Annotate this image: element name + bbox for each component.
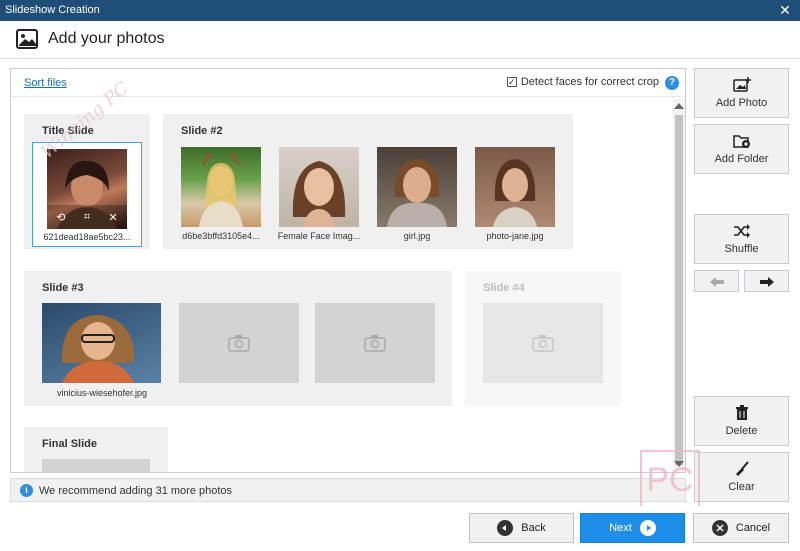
arrow-left-icon (709, 277, 724, 287)
photo-thumbnail[interactable]: ⟲ ⌗ ✕ (47, 149, 127, 229)
vertical-scrollbar[interactable] (673, 99, 685, 472)
portrait-image (199, 152, 243, 227)
empty-photo-slot[interactable] (315, 303, 435, 383)
back-button[interactable]: Back (469, 513, 574, 543)
add-photo-button[interactable]: Add Photo (694, 68, 789, 118)
photo-thumbnail[interactable] (377, 147, 457, 227)
add-folder-icon (732, 135, 750, 148)
shuffle-button[interactable]: Shuffle (694, 214, 789, 264)
photo-caption: girl.jpg (403, 231, 431, 241)
cancel-label: Cancel (735, 522, 771, 534)
detect-faces-checkbox[interactable]: ✓ (506, 77, 517, 87)
photo-caption: d6be3bffd3105e4... (182, 231, 260, 241)
scrollbar-thumb[interactable] (675, 115, 683, 465)
photo-caption: 621dead18ae5bc23... (43, 232, 131, 242)
recommendation-bar: i We recommend adding 31 more photos (10, 478, 686, 502)
photo-thumbnail[interactable] (475, 147, 555, 227)
clear-button[interactable]: Clear (694, 452, 789, 502)
empty-photo-slot[interactable] (179, 303, 299, 383)
shuffle-icon (733, 224, 750, 238)
scroll-up-icon[interactable] (674, 103, 684, 109)
broom-icon (735, 461, 749, 476)
shuffle-label: Shuffle (724, 243, 759, 255)
clear-label: Clear (728, 481, 755, 493)
slide-title: Slide #3 (42, 282, 84, 294)
cancel-button[interactable]: Cancel (693, 513, 789, 543)
watermark-logo: PC (640, 450, 700, 510)
delete-button[interactable]: Delete (694, 396, 789, 446)
title-slide[interactable]: Title Slide ⟲ ⌗ ✕ 621dead18ae5bc23... (24, 114, 150, 249)
page-header: Add your photos (0, 21, 800, 59)
photo-icon (16, 29, 38, 49)
detect-faces-label: Detect faces for correct crop (520, 76, 659, 88)
add-folder-button[interactable]: Add Folder (694, 124, 789, 174)
dialog-footer: Back Next Cancel (0, 506, 800, 551)
add-photo-icon (732, 77, 751, 92)
add-folder-label: Add Folder (714, 153, 769, 165)
photo-thumbnail[interactable] (42, 303, 161, 383)
portrait-image (387, 159, 447, 227)
empty-photo-slot[interactable] (483, 303, 603, 383)
slide-title: Final Slide (42, 438, 98, 450)
portrait-image (61, 315, 135, 383)
final-slide[interactable]: Final Slide (24, 427, 168, 472)
slide-title: Slide #4 (483, 282, 525, 294)
photo-thumbnail[interactable] (181, 147, 261, 227)
slides-panel: Sort files ✓ Detect faces for correct cr… (10, 68, 686, 473)
slide-title: Slide #2 (181, 125, 223, 137)
crop-icon[interactable]: ⌗ (84, 211, 90, 224)
recommendation-text: We recommend adding 31 more photos (39, 485, 233, 497)
add-photo-icon (532, 335, 554, 352)
add-photo-label: Add Photo (715, 97, 768, 109)
window-title: Slideshow Creation (5, 4, 100, 16)
photo-thumbnail[interactable] (279, 147, 359, 227)
photo-caption: photo-jane.jpg (486, 231, 544, 241)
add-photo-icon (228, 335, 250, 352)
arrow-right-icon (639, 520, 656, 536)
info-icon: i (20, 484, 33, 497)
remove-icon[interactable]: ✕ (109, 211, 118, 224)
help-icon[interactable]: ? (665, 76, 679, 90)
photo-tools: ⟲ ⌗ ✕ (47, 205, 127, 229)
window-titlebar: Slideshow Creation ✕ (0, 0, 800, 21)
close-icon (711, 520, 728, 536)
empty-photo-slot[interactable] (42, 459, 150, 472)
arrow-right-icon (759, 277, 774, 287)
close-icon[interactable]: ✕ (770, 0, 800, 21)
portrait-image (292, 161, 346, 227)
photo-caption: Female Face Imag... (277, 231, 361, 241)
add-photo-icon (364, 335, 386, 352)
slide-3[interactable]: Slide #3 vinicius-wiesehofer.jpg (24, 271, 452, 406)
detect-faces-option[interactable]: ✓ Detect faces for correct crop (506, 76, 659, 88)
sort-files-link[interactable]: Sort files (24, 77, 67, 89)
next-label: Next (609, 522, 632, 534)
slide-2[interactable]: Slide #2 d6be3bffd3105e4... Female Face … (163, 114, 573, 249)
slide-4[interactable]: Slide #4 (465, 271, 621, 406)
next-button[interactable]: Next (580, 513, 685, 543)
rotate-icon[interactable]: ⟲ (56, 211, 65, 224)
photo-caption: vinicius-wiesehofer.jpg (56, 388, 148, 398)
move-left-button[interactable] (694, 270, 739, 292)
arrow-left-icon (497, 520, 514, 536)
trash-icon (735, 405, 748, 420)
portrait-image (493, 159, 537, 227)
back-label: Back (521, 522, 546, 534)
page-title: Add your photos (48, 30, 165, 47)
delete-label: Delete (725, 425, 758, 437)
move-right-button[interactable] (744, 270, 789, 292)
